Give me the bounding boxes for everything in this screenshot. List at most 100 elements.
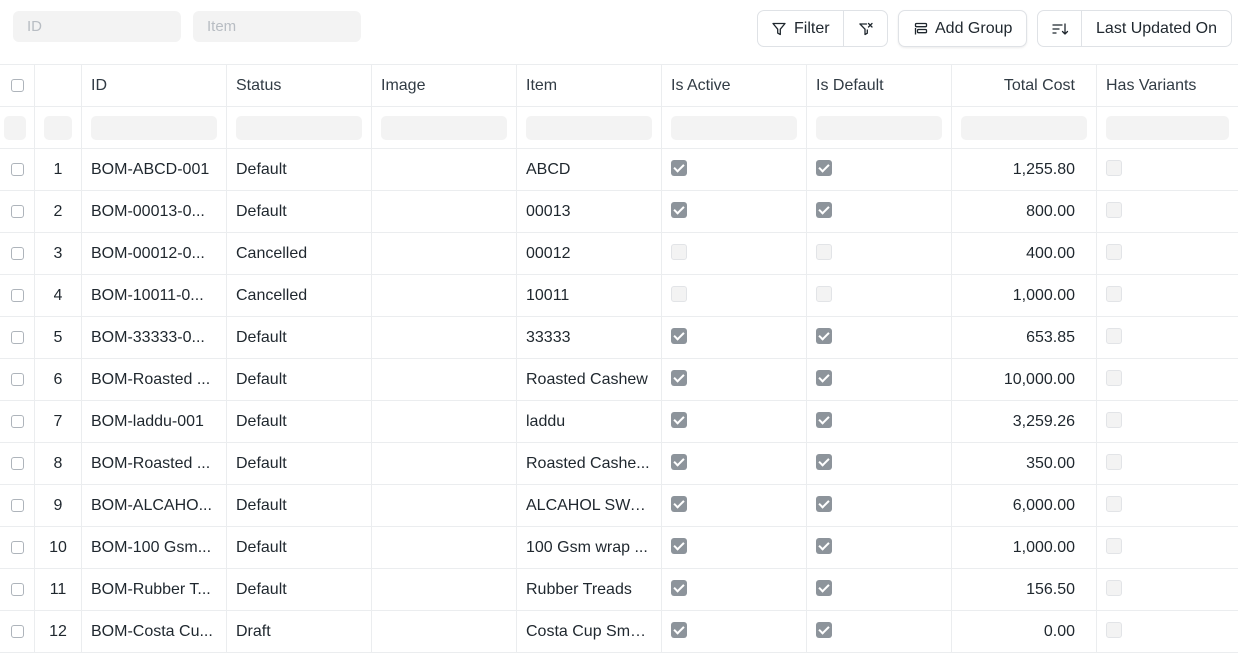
cell-has-variants[interactable] — [1097, 233, 1238, 274]
cell-status[interactable]: Default — [227, 317, 372, 358]
cell-id[interactable]: BOM-00013-0... — [82, 191, 227, 232]
cell-id[interactable]: BOM-Costa Cu... — [82, 611, 227, 652]
cell-image[interactable] — [372, 569, 517, 610]
row-select-checkbox[interactable] — [10, 457, 24, 470]
filter-input-item[interactable] — [526, 115, 652, 140]
cell-id[interactable]: BOM-Roasted ... — [82, 443, 227, 484]
filter-input-is-default[interactable] — [816, 115, 942, 140]
cell-image[interactable] — [372, 317, 517, 358]
table-row[interactable]: 12 BOM-Costa Cu... Draft Costa Cup Sma..… — [0, 611, 1238, 653]
cell-is-active[interactable] — [662, 485, 807, 526]
cell-has-variants[interactable] — [1097, 359, 1238, 400]
cell-image[interactable] — [372, 233, 517, 274]
cell-has-variants[interactable] — [1097, 401, 1238, 442]
cell-id[interactable]: BOM-Roasted ... — [82, 359, 227, 400]
cell-has-variants[interactable] — [1097, 569, 1238, 610]
cell-is-default[interactable] — [807, 611, 952, 652]
has-variants-checkbox[interactable] — [1106, 495, 1122, 512]
has-variants-checkbox[interactable] — [1106, 369, 1122, 386]
cell-has-variants[interactable] — [1097, 485, 1238, 526]
cell-status[interactable]: Cancelled — [227, 233, 372, 274]
row-select-checkbox[interactable] — [10, 331, 24, 344]
cell-item[interactable]: Rubber Treads — [517, 569, 662, 610]
cell-item[interactable]: 00012 — [517, 233, 662, 274]
cell-is-default[interactable] — [807, 275, 952, 316]
is-default-checkbox[interactable] — [816, 495, 832, 512]
cell-total-cost[interactable]: 6,000.00 — [952, 485, 1097, 526]
item-search-input[interactable] — [193, 11, 361, 42]
is-active-checkbox[interactable] — [671, 159, 687, 176]
is-default-checkbox[interactable] — [816, 579, 832, 596]
cell-image[interactable] — [372, 443, 517, 484]
cell-has-variants[interactable] — [1097, 527, 1238, 568]
sort-field-button[interactable]: Last Updated On — [1081, 10, 1232, 47]
cell-id[interactable]: BOM-00012-0... — [82, 233, 227, 274]
cell-is-default[interactable] — [807, 443, 952, 484]
cell-image[interactable] — [372, 611, 517, 652]
cell-id[interactable]: BOM-laddu-001 — [82, 401, 227, 442]
is-active-checkbox[interactable] — [671, 411, 687, 428]
is-active-checkbox[interactable] — [671, 285, 687, 302]
cell-status[interactable]: Cancelled — [227, 275, 372, 316]
column-header-is-active[interactable]: Is Active — [662, 65, 807, 106]
cell-status[interactable]: Default — [227, 485, 372, 526]
has-variants-checkbox[interactable] — [1106, 285, 1122, 302]
cell-id[interactable]: BOM-100 Gsm... — [82, 527, 227, 568]
cell-is-default[interactable] — [807, 317, 952, 358]
filter-input-status[interactable] — [236, 115, 362, 140]
filter-input-total-cost[interactable] — [961, 115, 1087, 140]
cell-is-active[interactable] — [662, 443, 807, 484]
select-all-checkbox[interactable] — [10, 79, 24, 92]
table-row[interactable]: 8 BOM-Roasted ... Default Roasted Cashe.… — [0, 443, 1238, 485]
row-select-checkbox[interactable] — [10, 499, 24, 512]
filter-input-is-active[interactable] — [671, 115, 797, 140]
cell-has-variants[interactable] — [1097, 611, 1238, 652]
is-active-checkbox[interactable] — [671, 495, 687, 512]
is-active-checkbox[interactable] — [671, 453, 687, 470]
cell-total-cost[interactable]: 10,000.00 — [952, 359, 1097, 400]
cell-status[interactable]: Default — [227, 569, 372, 610]
cell-item[interactable]: ALCAHOL SWA... — [517, 485, 662, 526]
is-default-checkbox[interactable] — [816, 621, 832, 638]
has-variants-checkbox[interactable] — [1106, 327, 1122, 344]
row-select-checkbox[interactable] — [10, 163, 24, 176]
has-variants-checkbox[interactable] — [1106, 201, 1122, 218]
is-active-checkbox[interactable] — [671, 579, 687, 596]
cell-is-default[interactable] — [807, 401, 952, 442]
cell-status[interactable]: Default — [227, 443, 372, 484]
cell-is-active[interactable] — [662, 359, 807, 400]
clear-filters-button[interactable] — [843, 10, 888, 47]
column-header-is-default[interactable]: Is Default — [807, 65, 952, 106]
cell-has-variants[interactable] — [1097, 317, 1238, 358]
has-variants-checkbox[interactable] — [1106, 579, 1122, 596]
cell-item[interactable]: Roasted Cashe... — [517, 443, 662, 484]
row-select-checkbox[interactable] — [10, 373, 24, 386]
cell-has-variants[interactable] — [1097, 149, 1238, 190]
cell-item[interactable]: 33333 — [517, 317, 662, 358]
is-active-checkbox[interactable] — [671, 621, 687, 638]
cell-is-default[interactable] — [807, 359, 952, 400]
cell-item[interactable]: 00013 — [517, 191, 662, 232]
table-row[interactable]: 3 BOM-00012-0... Cancelled 00012 400.00 — [0, 233, 1238, 275]
column-header-item[interactable]: Item — [517, 65, 662, 106]
cell-item[interactable]: ABCD — [517, 149, 662, 190]
column-header-status[interactable]: Status — [227, 65, 372, 106]
table-row[interactable]: 5 BOM-33333-0... Default 33333 653.85 — [0, 317, 1238, 359]
cell-image[interactable] — [372, 401, 517, 442]
cell-is-active[interactable] — [662, 569, 807, 610]
table-row[interactable]: 10 BOM-100 Gsm... Default 100 Gsm wrap .… — [0, 527, 1238, 569]
cell-total-cost[interactable]: 3,259.26 — [952, 401, 1097, 442]
is-active-checkbox[interactable] — [671, 327, 687, 344]
cell-item[interactable]: Costa Cup Sma... — [517, 611, 662, 652]
cell-image[interactable] — [372, 359, 517, 400]
cell-total-cost[interactable]: 1,000.00 — [952, 527, 1097, 568]
cell-has-variants[interactable] — [1097, 275, 1238, 316]
cell-total-cost[interactable]: 156.50 — [952, 569, 1097, 610]
filter-input-has-variants[interactable] — [1106, 115, 1229, 140]
is-default-checkbox[interactable] — [816, 411, 832, 428]
row-select-checkbox[interactable] — [10, 541, 24, 554]
cell-item[interactable]: 10011 — [517, 275, 662, 316]
is-active-checkbox[interactable] — [671, 537, 687, 554]
row-select-checkbox[interactable] — [10, 247, 24, 260]
table-row[interactable]: 11 BOM-Rubber T... Default Rubber Treads… — [0, 569, 1238, 611]
